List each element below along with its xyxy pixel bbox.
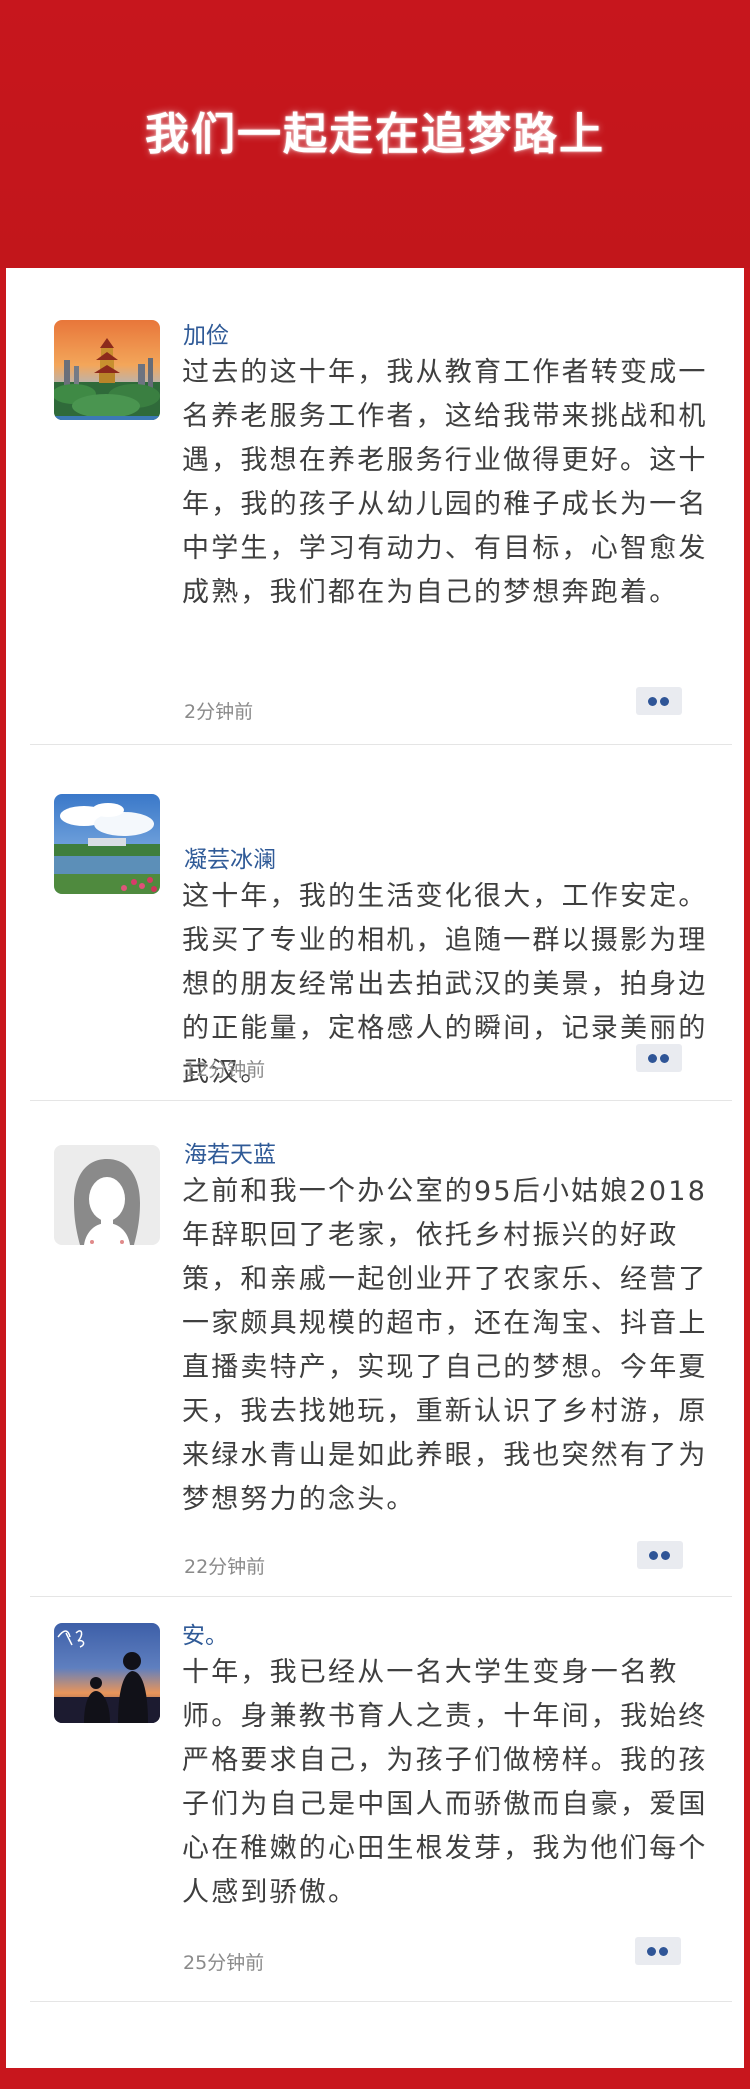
comment-time: 22分钟前 <box>184 1556 266 1578</box>
comment-item: 安。 十年，我已经从一名大学生变身一名教师。身兼教书育人之责，十年间，我始终严格… <box>30 1596 732 2002</box>
page-header: 我们一起走在追梦路上 <box>0 0 750 268</box>
comment-username[interactable]: 凝芸冰澜 <box>184 840 276 874</box>
dot-icon <box>660 1054 669 1063</box>
lake-landscape-photo-avatar[interactable] <box>54 794 160 894</box>
comment-time: 2分钟前 <box>184 701 254 723</box>
yellow-crane-tower-photo-avatar[interactable] <box>54 320 160 420</box>
comment-list: 加俭 过去的这十年，我从教育工作者转变成一名养老服务工作者，这给我带来挑战和机遇… <box>6 268 744 2068</box>
comment-username[interactable]: 海若天蓝 <box>184 1135 276 1169</box>
more-options-button[interactable] <box>636 1044 682 1072</box>
comment-username[interactable]: 安。 <box>182 1616 228 1650</box>
comment-text: 之前和我一个办公室的95后小姑娘2018年辞职回了老家，依托乡村振兴的好政策，和… <box>182 1176 708 1515</box>
comment-time: 25分钟前 <box>183 1952 265 1974</box>
comment-item: 凝芸冰澜 这十年，我的生活变化很大，工作安定。我买了专业的相机，追随一群以摄影为… <box>30 744 732 1101</box>
page-title: 我们一起走在追梦路上 <box>145 109 605 160</box>
dot-icon <box>648 697 657 706</box>
dot-icon <box>660 697 669 706</box>
more-options-button[interactable] <box>637 1541 683 1569</box>
default-female-silhouette-avatar[interactable] <box>54 1145 160 1245</box>
sunset-silhouette-photo-avatar[interactable] <box>54 1623 160 1723</box>
comment-username[interactable]: 加俭 <box>183 316 229 350</box>
comment-time: 12分钟前 <box>184 1059 266 1081</box>
dot-icon <box>648 1054 657 1063</box>
comment-item: 海若天蓝 之前和我一个办公室的95后小姑娘2018年辞职回了老家，依托乡村振兴的… <box>30 1100 732 1597</box>
dot-icon <box>659 1947 668 1956</box>
dot-icon <box>649 1551 658 1560</box>
dot-icon <box>647 1947 656 1956</box>
more-options-button[interactable] <box>635 1937 681 1965</box>
comment-item: 加俭 过去的这十年，我从教育工作者转变成一名养老服务工作者，这给我带来挑战和机遇… <box>30 268 732 745</box>
dot-icon <box>661 1551 670 1560</box>
comment-text: 过去的这十年，我从教育工作者转变成一名养老服务工作者，这给我带来挑战和机遇，我想… <box>182 357 708 608</box>
more-options-button[interactable] <box>636 687 682 715</box>
comment-text: 十年，我已经从一名大学生变身一名教师。身兼教书育人之责，十年间，我始终严格要求自… <box>182 1657 708 1908</box>
